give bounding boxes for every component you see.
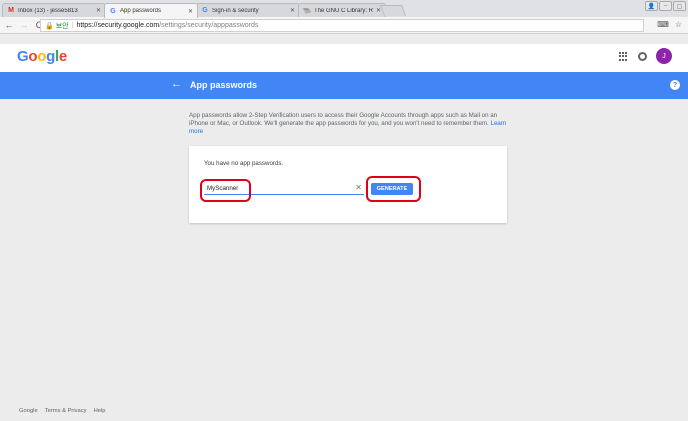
- highlight-generate: [366, 176, 421, 202]
- forward-icon[interactable]: →: [18, 20, 30, 30]
- translate-icon[interactable]: ⌨: [657, 20, 669, 29]
- tab-sign-in-security[interactable]: G Sign-in & security ✕: [196, 3, 300, 17]
- apps-grid-icon[interactable]: [619, 52, 628, 61]
- tab-title: App passwords: [120, 8, 162, 14]
- tab-inbox[interactable]: M Inbox (13) - jesse5813 ✕: [2, 3, 106, 17]
- user-icon[interactable]: 👤: [645, 1, 658, 11]
- browser-toolbar: ← → C 🔒 보안 | https://security.google.com…: [0, 17, 688, 34]
- tab-gnu-c-library[interactable]: 🐃 The GNU C Library: Re ✕: [298, 3, 386, 17]
- footer-link-help[interactable]: Help: [94, 408, 106, 414]
- tab-title: Sign-in & security: [212, 7, 259, 14]
- gnu-icon: 🐃: [302, 7, 312, 15]
- avatar[interactable]: J: [656, 48, 672, 64]
- url-path: /settings/security/apppasswords: [159, 22, 259, 29]
- window-controls: 👤 – ▢: [645, 1, 686, 11]
- tab-title: Inbox (13) - jesse5813: [18, 7, 78, 14]
- address-bar[interactable]: 🔒 보안 | https://security.google.com /sett…: [40, 19, 644, 32]
- back-icon[interactable]: ←: [3, 20, 15, 30]
- footer-link-terms[interactable]: Terms & Privacy: [45, 408, 87, 414]
- close-icon[interactable]: ✕: [290, 7, 295, 14]
- browser-tab-strip: M Inbox (13) - jesse5813 ✕ G App passwor…: [0, 0, 688, 18]
- secure-label: 보안: [55, 22, 69, 30]
- separator: |: [71, 22, 74, 29]
- bookmark-star-icon[interactable]: ☆: [675, 20, 682, 29]
- help-icon[interactable]: ?: [670, 80, 680, 90]
- close-icon[interactable]: ✕: [96, 7, 101, 14]
- lock-icon: 🔒: [45, 22, 54, 30]
- tab-title: The GNU C Library: Re: [314, 7, 373, 14]
- description-text: App passwords allow 2-Step Verification …: [189, 112, 498, 128]
- footer-link-google[interactable]: Google: [19, 408, 38, 414]
- google-header: Google J: [0, 44, 688, 72]
- tab-app-passwords[interactable]: G App passwords ✕: [104, 3, 198, 18]
- notifications-icon[interactable]: [638, 52, 647, 61]
- google-icon: G: [110, 7, 116, 15]
- new-tab-button[interactable]: [379, 5, 407, 16]
- back-arrow-icon[interactable]: ←: [171, 78, 182, 90]
- empty-message: You have no app passwords.: [204, 160, 284, 167]
- google-icon: G: [202, 7, 208, 14]
- minimize-icon[interactable]: –: [659, 1, 672, 11]
- page-title: App passwords: [190, 80, 258, 90]
- app-bar: ← App passwords ?: [0, 72, 688, 99]
- description: App passwords allow 2-Step Verification …: [189, 112, 507, 137]
- clear-icon[interactable]: ✕: [355, 183, 362, 192]
- maximize-icon[interactable]: ▢: [673, 1, 686, 11]
- url-host: https://security.google.com: [76, 22, 160, 29]
- highlight-app-name: [200, 179, 251, 202]
- google-logo[interactable]: Google: [17, 48, 67, 65]
- gmail-icon: M: [8, 7, 14, 14]
- footer: Google Terms & Privacy Help: [19, 408, 106, 414]
- close-icon[interactable]: ✕: [188, 8, 193, 15]
